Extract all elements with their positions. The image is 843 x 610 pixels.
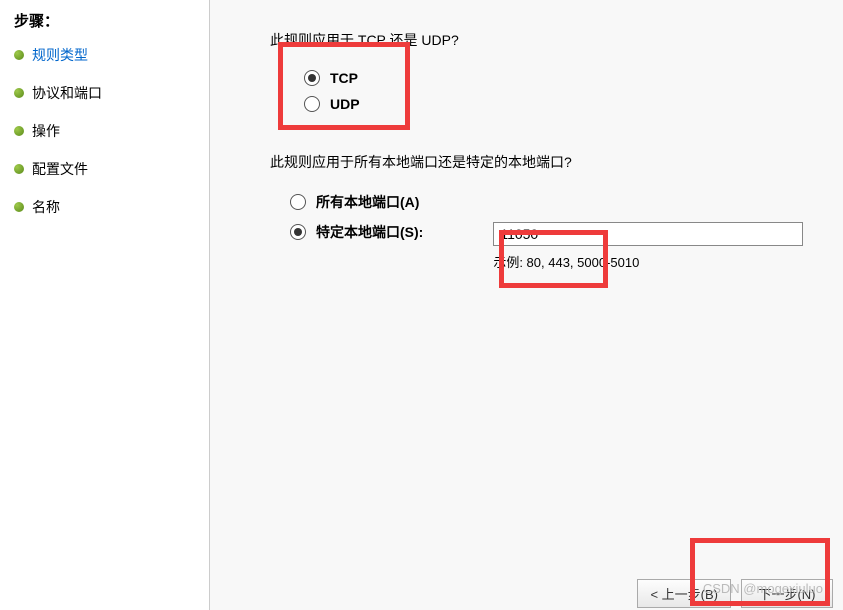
radio-udp[interactable]: UDP [304,96,843,112]
specific-port-input[interactable] [493,222,803,246]
protocol-radio-group: TCP UDP [304,70,843,112]
bullet-icon [14,164,24,174]
port-example-text: 示例: 80, 443, 5000-5010 [493,252,803,271]
step-label: 名称 [32,197,60,217]
sidebar-title: 步骤： [14,10,209,31]
bullet-icon [14,126,24,136]
port-question: 此规则应用于所有本地端口还是特定的本地端口? [270,152,843,172]
radio-all-ports[interactable]: 所有本地端口(A) [290,192,843,212]
radio-specific-ports[interactable]: 特定本地端口(S): [290,222,423,242]
bullet-icon [14,88,24,98]
steps-sidebar: 步骤： 规则类型 协议和端口 操作 配置文件 名称 [0,0,210,610]
step-name[interactable]: 名称 [14,197,209,217]
radio-icon [304,70,320,86]
step-rule-type[interactable]: 规则类型 [14,45,209,65]
step-label: 协议和端口 [32,83,102,103]
step-profile[interactable]: 配置文件 [14,159,209,179]
protocol-question: 此规则应用于 TCP 还是 UDP? [270,30,843,50]
step-action[interactable]: 操作 [14,121,209,141]
main-panel: 此规则应用于 TCP 还是 UDP? TCP UDP 此规则应用于所有本地端口还… [210,0,843,610]
radio-label: UDP [330,96,360,112]
bullet-icon [14,202,24,212]
step-label: 操作 [32,121,60,141]
radio-label: TCP [330,70,358,86]
back-button[interactable]: < 上一步(B) [637,579,731,608]
radio-tcp[interactable]: TCP [304,70,843,86]
port-radio-group: 所有本地端口(A) 特定本地端口(S): 示例: 80, 443, 5000-5… [290,192,843,271]
button-bar: < 上一步(B) 下一步(N) [637,579,843,610]
radio-label: 特定本地端口(S): [316,222,423,242]
bullet-icon [14,50,24,60]
radio-label: 所有本地端口(A) [316,192,419,212]
step-label: 配置文件 [32,159,88,179]
step-protocol-port[interactable]: 协议和端口 [14,83,209,103]
radio-icon [290,224,306,240]
radio-icon [304,96,320,112]
next-button[interactable]: 下一步(N) [741,579,833,608]
step-label: 规则类型 [32,45,88,65]
radio-icon [290,194,306,210]
